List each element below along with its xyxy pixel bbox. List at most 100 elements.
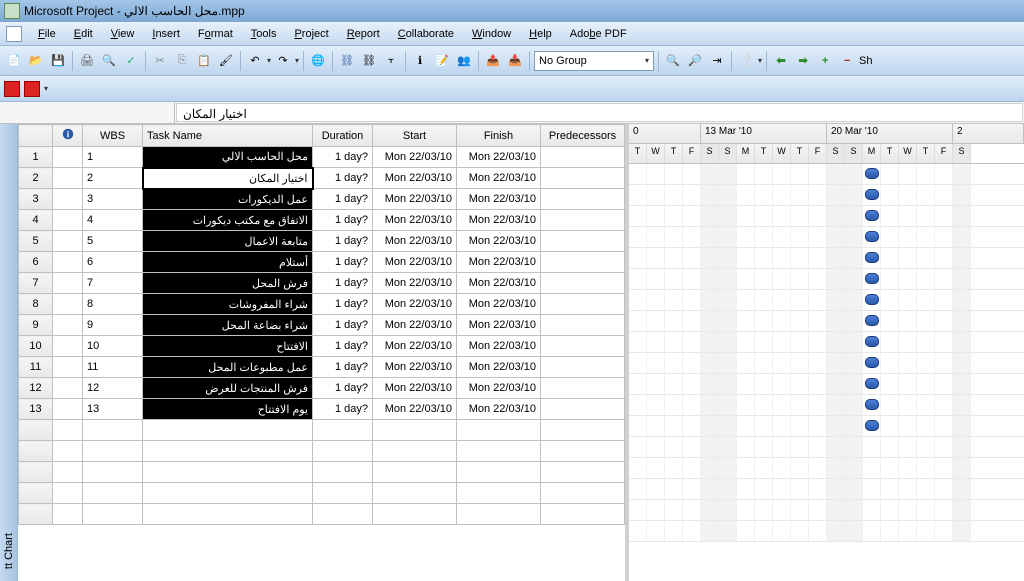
cell-duration[interactable]: 1 day? xyxy=(313,378,373,399)
task-row[interactable]: 1111عمل مطبوعات المحل1 day?Mon 22/03/10M… xyxy=(19,357,625,378)
gantt-row[interactable] xyxy=(629,290,1024,311)
gantt-day-header[interactable]: W xyxy=(899,144,917,163)
gantt-day-header[interactable]: T xyxy=(791,144,809,163)
redo-button[interactable]: ↷ xyxy=(273,51,293,71)
row-header[interactable]: 1 xyxy=(19,147,53,168)
show-button[interactable]: Sh xyxy=(859,55,872,67)
cell-wbs[interactable]: 2 xyxy=(83,168,143,189)
cell-task-name[interactable]: فرش المحل xyxy=(143,273,313,294)
undo-dropdown[interactable]: ▾ xyxy=(267,56,271,65)
col-predecessors[interactable]: Predecessors xyxy=(541,125,625,147)
cell-finish[interactable]: Mon 22/03/10 xyxy=(457,231,541,252)
cell-empty[interactable] xyxy=(83,462,143,483)
row-header[interactable] xyxy=(19,504,53,525)
gantt-row[interactable] xyxy=(629,185,1024,206)
gantt-day-header[interactable]: T xyxy=(665,144,683,163)
cell-info[interactable] xyxy=(53,210,83,231)
menu-format[interactable]: Format xyxy=(190,25,241,43)
cell-duration[interactable]: 1 day? xyxy=(313,273,373,294)
zoom-in-button[interactable]: 🔍 xyxy=(663,51,683,71)
nav-right-button[interactable]: ➡ xyxy=(793,51,813,71)
col-wbs[interactable]: WBS xyxy=(83,125,143,147)
cell-empty[interactable] xyxy=(541,504,625,525)
cell-info[interactable] xyxy=(53,399,83,420)
gantt-bar[interactable] xyxy=(865,231,879,242)
task-row[interactable] xyxy=(19,420,625,441)
open-button[interactable]: 📂 xyxy=(26,51,46,71)
cell-empty[interactable] xyxy=(373,462,457,483)
task-row[interactable]: 44الاتفاق مع مكتب ديكورات1 day?Mon 22/03… xyxy=(19,210,625,231)
cell-empty[interactable] xyxy=(83,441,143,462)
print-preview-button[interactable]: 🔍 xyxy=(99,51,119,71)
row-header[interactable]: 12 xyxy=(19,378,53,399)
copy-button[interactable]: ⎘ xyxy=(172,51,192,71)
gantt-bar[interactable] xyxy=(865,273,879,284)
cell-start[interactable]: Mon 22/03/10 xyxy=(373,210,457,231)
gantt-day-header[interactable]: S xyxy=(719,144,737,163)
row-header[interactable]: 9 xyxy=(19,315,53,336)
cell-task-name[interactable]: يوم الافتتاح xyxy=(143,399,313,420)
cell-wbs[interactable]: 5 xyxy=(83,231,143,252)
menu-window[interactable]: Window xyxy=(464,25,519,43)
undo-button[interactable]: ↶ xyxy=(245,51,265,71)
cell-wbs[interactable]: 3 xyxy=(83,189,143,210)
cell-info[interactable] xyxy=(53,273,83,294)
remove-button[interactable]: − xyxy=(837,51,857,71)
insert-hyperlink-button[interactable]: 🌐 xyxy=(308,51,328,71)
cell-empty[interactable] xyxy=(53,483,83,504)
split-task-button[interactable]: ⫟ xyxy=(381,51,401,71)
cell-duration[interactable]: 1 day? xyxy=(313,357,373,378)
task-row[interactable] xyxy=(19,504,625,525)
cell-empty[interactable] xyxy=(373,504,457,525)
cell-empty[interactable] xyxy=(313,420,373,441)
toolbar-options[interactable]: ▾ xyxy=(758,56,762,65)
cell-predecessors[interactable] xyxy=(541,210,625,231)
cell-start[interactable]: Mon 22/03/10 xyxy=(373,294,457,315)
row-header[interactable]: 6 xyxy=(19,252,53,273)
zoom-out-button[interactable]: 🔎 xyxy=(685,51,705,71)
cell-info[interactable] xyxy=(53,294,83,315)
cell-empty[interactable] xyxy=(313,462,373,483)
row-header[interactable]: 11 xyxy=(19,357,53,378)
gantt-row[interactable] xyxy=(629,437,1024,458)
cell-empty[interactable] xyxy=(541,462,625,483)
row-header[interactable]: 13 xyxy=(19,399,53,420)
cell-duration[interactable]: 1 day? xyxy=(313,189,373,210)
gantt-day-header[interactable]: T xyxy=(917,144,935,163)
cell-predecessors[interactable] xyxy=(541,294,625,315)
task-row[interactable] xyxy=(19,483,625,504)
cell-info[interactable] xyxy=(53,378,83,399)
gantt-day-header[interactable]: W xyxy=(647,144,665,163)
cell-empty[interactable] xyxy=(143,504,313,525)
gantt-bar[interactable] xyxy=(865,357,879,368)
gantt-row[interactable] xyxy=(629,248,1024,269)
cell-info[interactable] xyxy=(53,168,83,189)
cell-task-name[interactable]: أستلام xyxy=(143,252,313,273)
col-info[interactable]: i xyxy=(53,125,83,147)
gantt-day-header[interactable]: F xyxy=(809,144,827,163)
row-header[interactable]: 3 xyxy=(19,189,53,210)
cell-duration[interactable]: 1 day? xyxy=(313,252,373,273)
gantt-row[interactable] xyxy=(629,479,1024,500)
pdf-convert-icon[interactable] xyxy=(4,81,20,97)
cell-task-name[interactable]: عمل مطبوعات المحل xyxy=(143,357,313,378)
row-header[interactable]: 4 xyxy=(19,210,53,231)
gantt-row[interactable] xyxy=(629,269,1024,290)
doc-icon[interactable] xyxy=(6,26,22,42)
cell-info[interactable] xyxy=(53,315,83,336)
gantt-row[interactable] xyxy=(629,416,1024,437)
cell-predecessors[interactable] xyxy=(541,189,625,210)
gantt-day-header[interactable]: F xyxy=(683,144,701,163)
task-row[interactable]: 1313يوم الافتتاح1 day?Mon 22/03/10Mon 22… xyxy=(19,399,625,420)
gantt-day-header[interactable]: M xyxy=(863,144,881,163)
gantt-bar[interactable] xyxy=(865,210,879,221)
cell-empty[interactable] xyxy=(313,441,373,462)
gantt-bar[interactable] xyxy=(865,378,879,389)
col-finish[interactable]: Finish xyxy=(457,125,541,147)
cell-task-name[interactable]: متابعة الاعمال xyxy=(143,231,313,252)
cell-duration[interactable]: 1 day? xyxy=(313,315,373,336)
cell-task-name[interactable]: الافتتاح xyxy=(143,336,313,357)
task-row[interactable]: 55متابعة الاعمال1 day?Mon 22/03/10Mon 22… xyxy=(19,231,625,252)
cell-empty[interactable] xyxy=(143,420,313,441)
formula-input[interactable]: اختيار المكان xyxy=(176,103,1023,122)
